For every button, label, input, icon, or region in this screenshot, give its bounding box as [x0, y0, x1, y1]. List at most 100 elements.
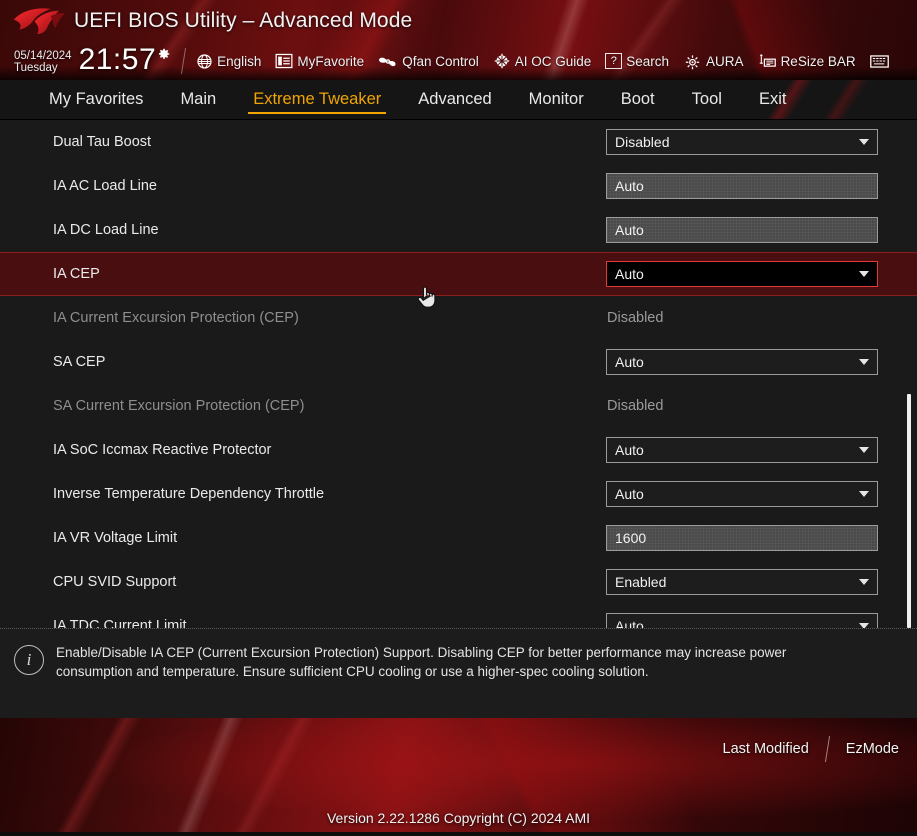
list-scrollbar[interactable]	[905, 120, 913, 628]
tab-boot[interactable]: Boot	[608, 88, 668, 112]
app-title: UEFI BIOS Utility – Advanced Mode	[74, 9, 413, 32]
dropdown-ia-cep[interactable]: Auto	[606, 261, 878, 287]
tab-tool[interactable]: Tool	[679, 88, 735, 112]
setting-label: Dual Tau Boost	[53, 134, 152, 150]
toolbar-item-myfavorite[interactable]: MyFavorite	[275, 53, 364, 69]
rog-eye-logo	[13, 8, 66, 35]
chevron-down-icon	[859, 139, 869, 145]
dropdown-value: Auto	[615, 618, 644, 628]
dropdown-cpu-svid-support[interactable]: Enabled	[606, 569, 878, 595]
info-icon: i	[14, 645, 44, 675]
toolbar-label-english: English	[217, 53, 262, 69]
input-value: Auto	[615, 178, 644, 194]
tab-extreme-tweaker[interactable]: Extreme Tweaker	[240, 88, 394, 114]
setting-row-ia-ac-load-line[interactable]: IA AC Load Line Auto	[0, 164, 917, 208]
setting-row-ia-soc-iccmax-reactive-protector[interactable]: IA SoC Iccmax Reactive Protector Auto	[0, 428, 917, 472]
main-tab-bar: My Favorites Main Extreme Tweaker Advanc…	[0, 80, 917, 120]
setting-label: IA Current Excursion Protection (CEP)	[53, 310, 299, 326]
setting-value-wrap: Disabled	[606, 129, 878, 155]
ezmode-button[interactable]: EzMode	[828, 741, 917, 757]
footer-bar: Last Modified EzMode Version 2.22.1286 C…	[0, 718, 917, 832]
input-ia-ac-load-line[interactable]: Auto	[606, 173, 878, 199]
clock-text: 21:57	[78, 43, 157, 76]
input-value: Auto	[615, 222, 644, 238]
toolbar-label-myfavorite: MyFavorite	[297, 53, 365, 69]
toolbar-item-search[interactable]: ? Search	[605, 53, 669, 69]
tab-main[interactable]: Main	[167, 88, 229, 112]
toolbar-item-ai-oc-guide[interactable]: AI OC Guide	[493, 52, 592, 70]
setting-row-ia-current-excursion-protection: IA Current Excursion Protection (CEP) Di…	[0, 296, 917, 340]
tab-exit[interactable]: Exit	[746, 88, 800, 112]
toolbar-label-ai-oc-guide: AI OC Guide	[514, 53, 592, 69]
dropdown-ia-tdc-current-limit[interactable]: Auto	[606, 613, 878, 628]
header-divider	[181, 48, 187, 74]
setting-row-ia-cep[interactable]: IA CEP Auto	[0, 252, 917, 296]
title-row: UEFI BIOS Utility – Advanced Mode	[0, 0, 917, 42]
setting-value-wrap: Disabled	[606, 305, 878, 331]
setting-row-sa-cep[interactable]: SA CEP Auto	[0, 340, 917, 384]
chevron-down-icon	[859, 491, 869, 497]
question-box-icon: ?	[605, 53, 623, 69]
gear-icon[interactable]	[157, 47, 171, 61]
dropdown-value: Auto	[615, 442, 644, 458]
setting-value-wrap: Auto	[606, 217, 878, 243]
chevron-down-icon	[859, 271, 869, 277]
dropdown-inverse-temperature-dependency-throttle[interactable]: Auto	[606, 481, 878, 507]
toolbar-item-resize-bar[interactable]: ReSize BAR	[758, 53, 856, 70]
tab-my-favorites[interactable]: My Favorites	[36, 88, 156, 112]
input-ia-vr-voltage-limit[interactable]: 1600	[606, 525, 878, 551]
toolbar-label-search: Search	[626, 53, 670, 69]
resize-bar-icon	[759, 53, 776, 67]
fan-icon	[379, 57, 396, 66]
setting-value-wrap: Auto	[606, 437, 878, 463]
setting-row-cpu-svid-support[interactable]: CPU SVID Support Enabled	[0, 560, 917, 604]
ai-chip-icon	[494, 53, 509, 69]
dropdown-value: Auto	[615, 486, 644, 502]
setting-value-wrap: Auto	[606, 261, 878, 287]
static-value-sa-cep-status: Disabled	[607, 398, 664, 414]
header-toolbar: 05/14/2024 Tuesday 21:57 English MyFavor…	[0, 42, 917, 80]
datetime-display: 05/14/2024 Tuesday 21:57	[14, 43, 171, 76]
setting-row-ia-vr-voltage-limit[interactable]: IA VR Voltage Limit 1600	[0, 516, 917, 560]
dropdown-dual-tau-boost[interactable]: Disabled	[606, 129, 878, 155]
weekday-text: Tuesday	[14, 62, 58, 74]
favorites-list-icon	[275, 53, 293, 69]
toolbar-item-english[interactable]: English	[196, 53, 261, 70]
setting-label: CPU SVID Support	[53, 574, 177, 590]
toolbar-item-aura[interactable]: AURA	[683, 53, 744, 70]
setting-row-inverse-temperature-dependency-throttle[interactable]: Inverse Temperature Dependency Throttle …	[0, 472, 917, 516]
dropdown-sa-cep[interactable]: Auto	[606, 349, 878, 375]
last-modified-button[interactable]: Last Modified	[705, 741, 827, 757]
dropdown-value: Disabled	[615, 134, 670, 150]
tab-advanced[interactable]: Advanced	[405, 88, 504, 112]
setting-row-ia-dc-load-line[interactable]: IA DC Load Line Auto	[0, 208, 917, 252]
dropdown-value: Auto	[615, 266, 644, 282]
setting-label: SA Current Excursion Protection (CEP)	[53, 398, 305, 414]
scrollbar-thumb[interactable]	[907, 394, 911, 628]
toolbar-item-hot-keys[interactable]	[869, 54, 893, 69]
dropdown-ia-soc-iccmax-reactive-protector[interactable]: Auto	[606, 437, 878, 463]
aura-light-icon	[685, 54, 700, 69]
hot-keys-icon	[869, 54, 889, 68]
toolbar-label-aura: AURA	[706, 53, 744, 69]
tab-monitor[interactable]: Monitor	[516, 88, 597, 112]
help-text: Enable/Disable IA CEP (Current Excursion…	[56, 645, 787, 680]
date-block: 05/14/2024 Tuesday	[14, 50, 72, 75]
toolbar-label-qfan-control: Qfan Control	[402, 53, 479, 69]
version-text: Version 2.22.1286 Copyright (C) 2024 AMI	[326, 810, 591, 826]
globe-icon	[197, 53, 212, 69]
setting-row-dual-tau-boost[interactable]: Dual Tau Boost Disabled	[0, 120, 917, 164]
chevron-down-icon	[859, 447, 869, 453]
toolbar-item-qfan-control[interactable]: Qfan Control	[378, 53, 479, 70]
setting-value-wrap: 1600	[606, 525, 878, 551]
setting-value-wrap: Auto	[606, 349, 878, 375]
help-panel: i Enable/Disable IA CEP (Current Excursi…	[0, 628, 917, 718]
setting-row-ia-tdc-current-limit[interactable]: IA TDC Current Limit Auto	[0, 604, 917, 628]
setting-row-sa-current-excursion-protection: SA Current Excursion Protection (CEP) Di…	[0, 384, 917, 428]
setting-label: IA TDC Current Limit	[53, 618, 187, 628]
setting-label: IA SoC Iccmax Reactive Protector	[53, 442, 272, 458]
input-ia-dc-load-line[interactable]: Auto	[606, 217, 878, 243]
dropdown-value: Enabled	[615, 574, 667, 590]
setting-label: Inverse Temperature Dependency Throttle	[53, 486, 325, 502]
date-text: 05/14/2024	[14, 49, 72, 62]
